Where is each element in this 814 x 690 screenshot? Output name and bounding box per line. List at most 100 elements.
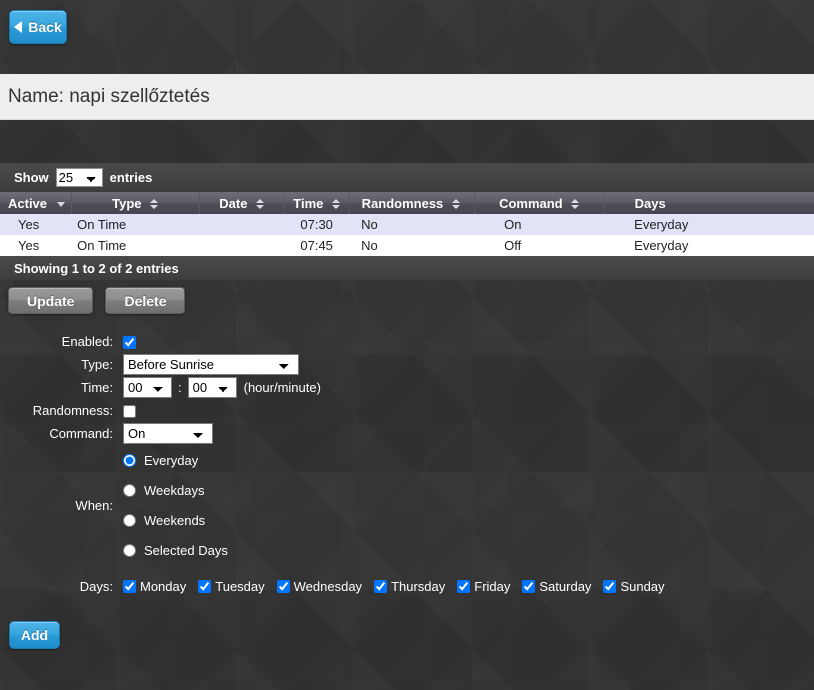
column-header-randomness-label: Randomness: [361, 195, 444, 211]
time-label: Time:: [80, 380, 113, 395]
when-option-weekends[interactable]: Weekends: [123, 505, 672, 535]
randomness-label: Randomness:: [32, 403, 113, 418]
day-label-sunday: Sunday: [620, 578, 665, 594]
column-header-type[interactable]: Type: [71, 192, 200, 214]
day-checkbox-sunday[interactable]: [603, 579, 617, 593]
day-item-sunday[interactable]: Sunday: [603, 578, 665, 594]
type-field: Before Sunrise: [123, 353, 672, 376]
sort-updown-icon: [571, 198, 580, 210]
table-row[interactable]: Yes On Time 07:45 No Off Everyday: [0, 235, 814, 256]
table-action-buttons: Update Delete: [0, 280, 814, 314]
top-bar: Back: [0, 0, 814, 74]
when-label-weekdays: Weekdays: [144, 482, 205, 498]
time-separator: :: [178, 380, 182, 395]
when-option-selected-days[interactable]: Selected Days: [123, 535, 672, 565]
day-item-tuesday[interactable]: Tuesday: [198, 579, 265, 594]
day-checkbox-tuesday[interactable]: [198, 579, 212, 593]
form-row-enabled: Enabled:: [0, 330, 672, 353]
when-radio-weekends[interactable]: [123, 513, 136, 527]
cell-time: 07:45: [284, 235, 350, 256]
when-label-selected-days: Selected Days: [144, 542, 228, 558]
day-item-monday[interactable]: Monday: [123, 579, 186, 594]
when-radio-everyday[interactable]: [123, 453, 136, 467]
when-label-everyday: Everyday: [144, 452, 199, 468]
form-row-time: Time: 00 : 00 (hour/minute): [0, 376, 672, 399]
time-hint: (hour/minute): [243, 380, 321, 395]
schedules-table: Active Type Date Time Randomness Command…: [0, 192, 814, 256]
column-header-days-label: Days: [634, 195, 666, 211]
when-label-weekends: Weekends: [144, 512, 206, 528]
column-header-randomness[interactable]: Randomness: [349, 192, 475, 214]
when-label: When:: [75, 497, 113, 513]
day-label-monday: Monday: [140, 578, 187, 594]
banner-spacer: [0, 120, 814, 163]
day-label-wednesday: Wednesday: [293, 578, 363, 594]
triangle-left-icon: [14, 21, 23, 33]
when-option-weekdays[interactable]: Weekdays: [123, 475, 672, 505]
column-header-active-label: Active: [8, 195, 48, 211]
form-row-days: Days: Monday Tuesday Wednesday Thursday …: [0, 565, 672, 607]
day-item-friday[interactable]: Friday: [457, 579, 510, 594]
day-checkbox-thursday[interactable]: [374, 579, 388, 593]
table-length-control: Show 25 entries: [0, 163, 814, 192]
days-checkbox-group: Monday Tuesday Wednesday Thursday Friday…: [123, 579, 672, 594]
enabled-field: [123, 330, 672, 353]
entries-per-page-select[interactable]: 25: [55, 168, 103, 187]
randomness-checkbox[interactable]: [123, 405, 136, 419]
update-button[interactable]: Update: [8, 287, 94, 314]
sort-updown-icon: [451, 198, 460, 210]
type-select[interactable]: Before Sunrise: [123, 354, 299, 375]
time-minute-select[interactable]: 00: [187, 377, 237, 398]
enabled-checkbox[interactable]: [123, 336, 136, 350]
cell-randomness: No: [349, 235, 475, 256]
command-label: Command:: [49, 426, 113, 441]
cell-days: Everyday: [604, 214, 814, 235]
when-field: Everyday Weekdays Weekends Selected Days: [123, 445, 672, 565]
form-row-type: Type: Before Sunrise: [0, 353, 672, 376]
sort-descending-icon: [56, 201, 65, 207]
day-label-saturday: Saturday: [539, 578, 592, 594]
table-row[interactable]: Yes On Time 07:30 No On Everyday: [0, 214, 814, 235]
sort-updown-icon: [150, 198, 159, 210]
enabled-label: Enabled:: [61, 334, 113, 349]
cell-command: On: [474, 214, 605, 235]
when-radio-weekdays[interactable]: [123, 483, 136, 497]
day-item-thursday[interactable]: Thursday: [374, 579, 445, 594]
days-label: Days:: [79, 578, 113, 594]
command-field: On: [123, 422, 672, 445]
time-hour-select[interactable]: 00: [123, 377, 172, 398]
column-header-time-label: Time: [293, 195, 324, 211]
cell-command: Off: [474, 235, 605, 256]
days-field: Monday Tuesday Wednesday Thursday Friday…: [123, 565, 672, 607]
column-header-date-label: Date: [219, 195, 248, 211]
day-checkbox-monday[interactable]: [123, 579, 136, 593]
column-header-date[interactable]: Date: [199, 192, 285, 214]
day-checkbox-wednesday[interactable]: [276, 579, 290, 593]
day-item-saturday[interactable]: Saturday: [522, 579, 591, 594]
day-checkbox-friday[interactable]: [457, 579, 471, 593]
command-select[interactable]: On: [123, 423, 213, 444]
cell-type: On Time: [71, 214, 200, 235]
page-root: Back Name: napi szellőztetés Show 25 ent…: [0, 0, 814, 649]
when-option-everyday[interactable]: Everyday: [123, 445, 672, 475]
sort-updown-icon: [256, 198, 265, 210]
cell-date: [199, 214, 285, 235]
cell-date: [199, 235, 285, 256]
add-button[interactable]: Add: [9, 621, 60, 649]
table-body: Yes On Time 07:30 No On Everyday Yes On …: [0, 214, 814, 256]
delete-button[interactable]: Delete: [105, 287, 186, 314]
column-header-days[interactable]: Days: [604, 192, 814, 214]
column-header-command[interactable]: Command: [474, 192, 605, 214]
when-radio-selected-days[interactable]: [123, 543, 136, 557]
form-table: Enabled: Type: Before Sunrise Time: 00:…: [0, 330, 672, 607]
column-header-time[interactable]: Time: [284, 192, 350, 214]
time-field: 00 : 00 (hour/minute): [123, 376, 672, 399]
back-button[interactable]: Back: [9, 10, 67, 44]
day-checkbox-saturday[interactable]: [522, 579, 536, 593]
column-header-active[interactable]: Active: [0, 192, 72, 214]
cell-days: Everyday: [604, 235, 814, 256]
schedules-table-wrapper: Show 25 entries Active Type Date Time Ra…: [0, 163, 814, 280]
cell-type: On Time: [71, 235, 200, 256]
cell-active: Yes: [0, 235, 72, 256]
day-item-wednesday[interactable]: Wednesday: [276, 578, 363, 594]
